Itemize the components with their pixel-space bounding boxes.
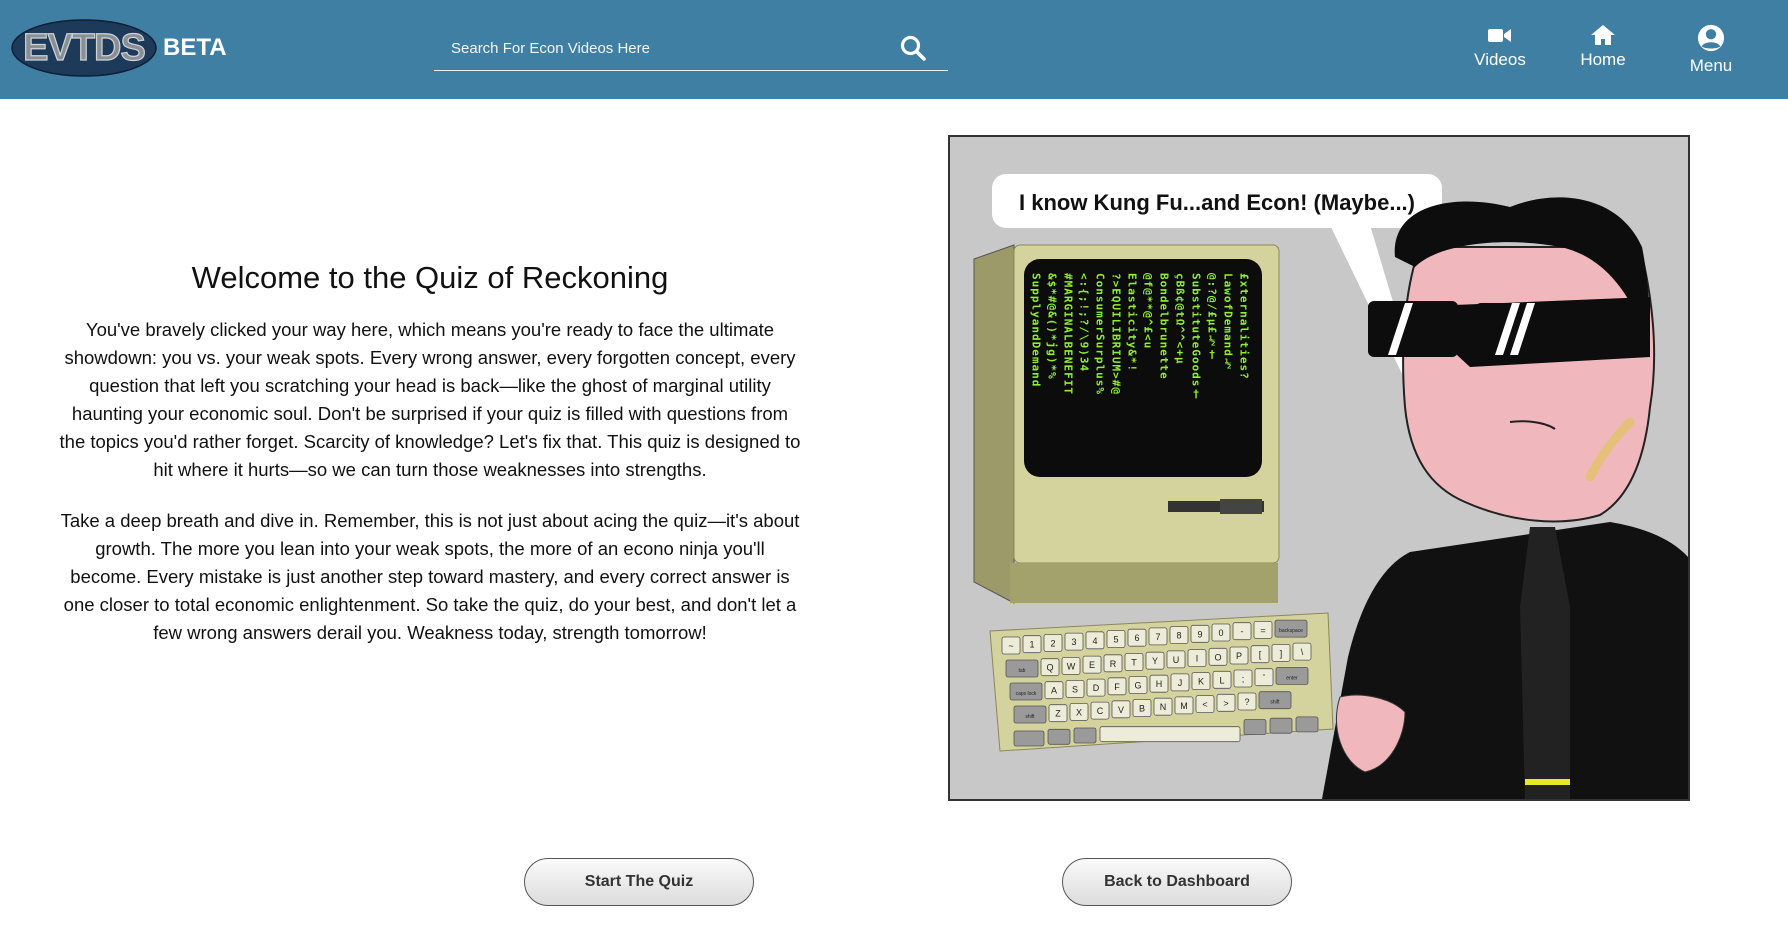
keyboard-key-label: N	[1160, 702, 1167, 712]
screen-column: £xternalities?	[1238, 273, 1251, 380]
keyboard-key-label: K	[1198, 677, 1204, 687]
keyboard-key	[1295, 716, 1319, 733]
keyboard-key-label: D	[1093, 683, 1100, 693]
svg-text:EVTDS: EVTDS	[23, 27, 145, 69]
screen-column: &$*#@&()*jg)*%	[1046, 273, 1059, 380]
keyboard-key-label: M	[1180, 701, 1188, 711]
keyboard-key-label: -	[1241, 627, 1244, 637]
keyboard-key-label: H	[1156, 679, 1163, 689]
keyboard-key-label: <	[1202, 700, 1207, 710]
keyboard-key-label: Q	[1046, 663, 1053, 673]
evtds-logo[interactable]: EVTDS	[11, 19, 157, 77]
keyboard-key-label: J	[1178, 678, 1183, 688]
user-circle-icon	[1697, 24, 1725, 52]
keyboard: ~1 2 3 4 5 6 7 8 9 0- = backspacetab Q W E R T Y U I O P[] \ca…	[989, 612, 1334, 752]
keyboard-key-label: V	[1118, 705, 1124, 715]
screen-column: SupplyandDemand	[1030, 273, 1043, 387]
keyboard-key-label: 9	[1197, 629, 1202, 639]
nav-menu-button[interactable]: Menu	[1666, 24, 1756, 76]
keyboard-key-label: 8	[1176, 631, 1181, 641]
search-icon[interactable]	[899, 34, 927, 62]
screen-column: <:{;!;?/\9)34	[1078, 273, 1091, 372]
motivation-paragraph: Take a deep breath and dive in. Remember…	[60, 510, 800, 643]
keyboard-key-label: ~	[1008, 641, 1013, 651]
back-to-dashboard-button[interactable]: Back to Dashboard	[1062, 858, 1292, 906]
keyboard-key-label: =	[1260, 625, 1265, 635]
keyboard-key-label: L	[1219, 675, 1224, 685]
screen-column: Bondelbrunette	[1158, 273, 1171, 380]
keyboard-key-label: A	[1051, 686, 1057, 696]
nav-videos-label: Videos	[1474, 50, 1526, 69]
intro-paragraph: You've bravely clicked your way here, wh…	[59, 319, 801, 480]
keyboard-key-label: 5	[1113, 635, 1118, 645]
keyboard-key-label: 0	[1218, 628, 1223, 638]
screen-column: SubstituteGoods†	[1190, 273, 1203, 401]
nav-videos-button[interactable]: Videos	[1455, 24, 1545, 70]
screen-column: ?>EQUILIBRIUM>#@	[1110, 273, 1123, 395]
keyboard-key-label: shift	[1270, 700, 1280, 706]
keyboard-key-label: G	[1134, 681, 1141, 691]
keyboard-key-label: B	[1139, 704, 1145, 714]
keyboard-key	[1099, 726, 1241, 743]
home-icon	[1591, 25, 1615, 45]
econ-ninja-comic: I know Kung Fu...and Econ! (Maybe...) Su…	[973, 174, 1688, 799]
keyboard-key-label: tab	[1019, 668, 1026, 674]
keyboard-key-label: ]	[1280, 648, 1283, 658]
keyboard-key	[1073, 727, 1097, 744]
keyboard-key-label: I	[1196, 654, 1199, 664]
screen-column: @f@**@^£<u	[1142, 273, 1155, 349]
keyboard-key-label: '	[1263, 673, 1265, 683]
keyboard-key-label: U	[1173, 655, 1180, 665]
keyboard-key-label: O	[1214, 652, 1221, 662]
screen-column: @:?@/£μ£½†	[1206, 273, 1219, 362]
keyboard-key-label: T	[1131, 658, 1137, 668]
keyboard-key-label: shift	[1025, 714, 1035, 720]
keyboard-key-label: E	[1089, 660, 1095, 670]
keyboard-key-label: R	[1110, 659, 1117, 669]
top-nav-bar: EVTDS BETA Videos Home Menu	[0, 0, 1788, 99]
keyboard-key-label: 4	[1092, 636, 1097, 646]
nav-menu-label: Menu	[1689, 56, 1733, 75]
screen-column: LawofDemand½	[1222, 273, 1235, 371]
keyboard-key-label: ;	[1242, 674, 1245, 684]
keyboard-key	[1269, 717, 1293, 734]
speech-text: I know Kung Fu...and Econ! (Maybe...)	[1019, 190, 1415, 215]
keyboard-key-label: 6	[1134, 633, 1139, 643]
screen-column: çBß¢@tΩ^^<+μ	[1174, 273, 1187, 364]
keyboard-key-label: F	[1114, 682, 1120, 692]
keyboard-key-label: W	[1067, 661, 1076, 671]
beta-label: BETA	[163, 34, 227, 61]
comic-illustration: I know Kung Fu...and Econ! (Maybe...) Su…	[948, 135, 1690, 801]
keyboard-key	[1243, 719, 1267, 735]
screen-column: #MARGINALBENEFIT	[1062, 273, 1075, 395]
nav-home-button[interactable]: Home	[1558, 24, 1648, 70]
search-input[interactable]	[434, 28, 893, 68]
keyboard-key-label: backspace	[1279, 628, 1303, 634]
search-bar	[434, 28, 948, 71]
keyboard-key	[1047, 728, 1071, 745]
keyboard-key-label: enter	[1286, 675, 1298, 681]
keyboard-key-label: caps lock	[1016, 691, 1037, 697]
video-camera-icon	[1488, 29, 1511, 42]
keyboard-key-label: C	[1097, 706, 1104, 716]
keyboard-key-label: 1	[1029, 640, 1034, 650]
keyboard-key-label: Y	[1152, 656, 1158, 666]
retro-computer: SupplyandDemand &$*#@&()*jg)*% #MARGINALBE…	[973, 244, 1280, 604]
screen-column: ConsumerSurplus%	[1094, 273, 1107, 395]
keyboard-key-label: Z	[1055, 709, 1061, 719]
keyboard-key-label: S	[1072, 684, 1078, 694]
keyboard-key-label: 3	[1071, 637, 1076, 647]
welcome-section: Welcome to the Quiz of Reckoning You've …	[58, 260, 802, 670]
page-title: Welcome to the Quiz of Reckoning	[191, 260, 669, 295]
keyboard-key	[1013, 730, 1045, 747]
keyboard-key-label: 2	[1050, 638, 1055, 648]
start-quiz-button[interactable]: Start The Quiz	[524, 858, 754, 906]
keyboard-key-label: 7	[1155, 632, 1160, 642]
keyboard-key-label: ?	[1244, 697, 1249, 707]
keyboard-key-label: P	[1236, 651, 1242, 661]
keyboard-key-label: X	[1076, 707, 1082, 717]
keyboard-key-label: >	[1223, 698, 1228, 708]
screen-column: Elasticity&*!	[1126, 273, 1139, 372]
nav-home-label: Home	[1580, 50, 1626, 69]
